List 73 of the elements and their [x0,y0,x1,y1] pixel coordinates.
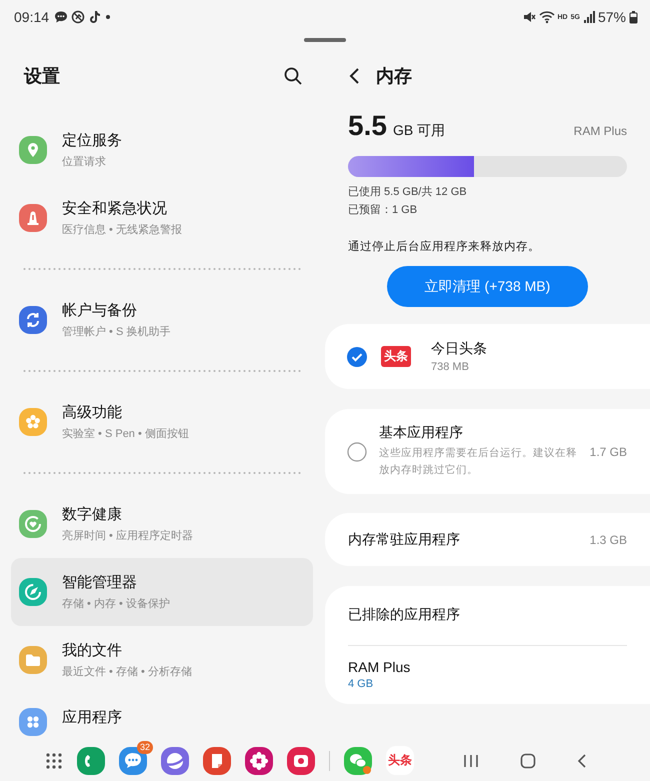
option-title: 基本应用程序 [379,424,464,442]
available-amount: 5.5 [348,110,387,142]
item-title: 应用程序 [62,708,122,727]
used-text: 已使用 5.5 GB/共 12 GB [348,185,468,200]
camera-icon[interactable] [287,746,315,774]
clock-text: 09:14 [14,9,50,25]
row-title: RAM Plus [348,659,412,676]
flower-icon[interactable] [245,746,273,774]
planet-icon[interactable] [161,746,189,774]
app-name: 今日头条 [431,340,487,358]
available-unit: GB 可用 [392,122,446,140]
option-card[interactable]: 基本应用程序 这些应用程序需要在后台运行。建议在释放内存时跳过它们。 1.7 GB [325,409,650,494]
page-title: 内存 [376,65,412,88]
memory-card[interactable]: 内存常驻应用程序 1.3 GB [325,513,650,566]
hint-text: 通过停止后台应用程序来释放内存。 [348,239,541,254]
app-logo: 头条 [381,346,411,367]
row-value: 4 GB [348,678,374,690]
app-card[interactable]: 头条 今日头条 738 MB [325,324,650,389]
phone-icon[interactable] [77,746,105,774]
item-subtitle: 位置请求 [62,155,107,169]
settings-item[interactable]: 数字健康 亮屏时间 • 应用程序定时器 [11,490,313,558]
item-title: 我的文件 [62,641,123,660]
item-subtitle: 医疗信息 • 无线紧急警报 [62,223,182,237]
ram-plus-label: RAM Plus [574,124,627,138]
reserved-text: 已预留：1 GB [348,203,418,218]
item-title: 智能管理器 [62,573,138,592]
item-title: 定位服务 [62,131,122,150]
item-subtitle: 实验室 • S Pen • 侧面按钮 [62,426,189,441]
item-title: 数字健康 [62,505,123,524]
item-title: 帐户与备份 [62,301,138,320]
settings-item[interactable]: 高级功能 实验室 • S Pen • 侧面按钮 [11,388,313,456]
battery-icon [629,10,638,24]
list-row[interactable]: RAM Plus 4 GB [348,646,627,704]
notepad-icon[interactable] [203,746,231,774]
search-icon[interactable] [283,66,303,86]
settings-item[interactable]: 安全和紧急状况 医疗信息 • 无线紧急警报 [11,184,313,252]
settings-item[interactable]: 定位服务 位置请求 [11,116,313,184]
checked-checkbox[interactable] [347,346,367,366]
battery-percent: 57% [598,9,626,25]
chat-bubbles-icon[interactable] [344,746,372,774]
drag-handle[interactable] [304,38,346,42]
item-subtitle: 存储 • 内存 • 设备保护 [62,596,170,611]
radio-button[interactable] [347,442,367,462]
app-size: 738 MB [431,361,470,373]
card-title: 内存常驻应用程序 [348,530,461,548]
item-title: 高级功能 [62,403,123,422]
chat-bubble-icon [54,10,68,24]
item-title: 安全和紧急状况 [62,199,168,218]
settings-item[interactable]: 帐户与备份 管理帐户 • S 换机助手 [11,286,313,354]
settings-item[interactable]: 我的文件 最近文件 • 存储 • 分析存储 [11,626,313,694]
row-title: 已排除的应用程序 [348,606,461,624]
settings-item[interactable]: 智能管理器 存储 • 内存 • 设备保护 [11,558,313,626]
blocked-icon [71,10,86,24]
music-note-icon [88,10,102,24]
clean-now-button[interactable]: 立即清理 (+738 MB) [387,266,588,307]
back-icon[interactable] [576,752,588,768]
app-icon[interactable]: 头条 [386,746,414,775]
home-icon[interactable] [520,752,536,768]
size-text: 1.7 GB [590,444,627,458]
item-subtitle: 亮屏时间 • 应用程序定时器 [62,528,193,543]
list-row[interactable]: 已排除的应用程序 [348,586,627,644]
wifi-icon [538,10,554,24]
recents-icon[interactable] [462,752,480,768]
item-subtitle: 管理帐户 • S 换机助手 [62,324,170,339]
size-text: 1.3 GB [590,532,627,546]
item-subtitle: 最近文件 • 存储 • 分析存储 [62,664,192,679]
notification-badge: 32 [136,740,153,754]
mute-icon [522,10,536,24]
page-title: 设置 [24,65,60,88]
apps-grid-icon[interactable] [45,752,63,770]
settings-item[interactable]: 应用程序 [11,694,313,740]
option-description: 这些应用程序需要在后台运行。建议在释放内存时跳过它们。 [379,446,578,478]
signal-icon [582,10,595,24]
